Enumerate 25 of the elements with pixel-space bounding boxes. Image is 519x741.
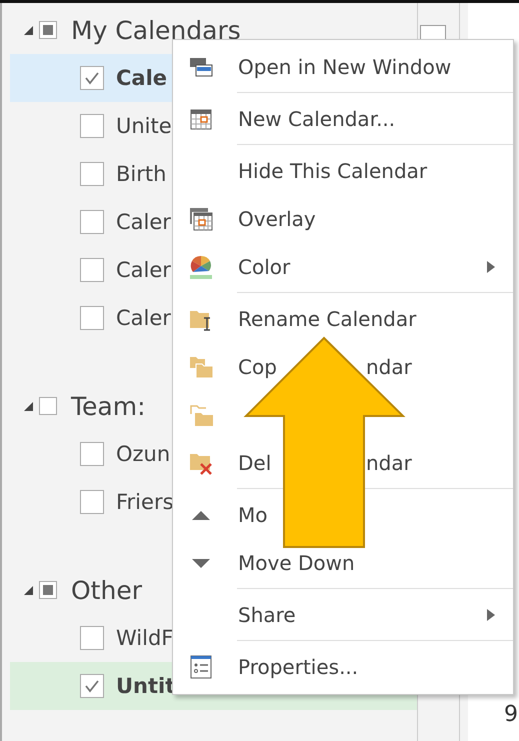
menu-label: Rename Calendar: [238, 307, 416, 331]
menu-label: Overlay: [238, 207, 316, 231]
day-number: 9: [504, 702, 518, 727]
menu-label: Del: [238, 451, 272, 475]
menu-label: Color: [238, 255, 290, 279]
calendar-name: WildF: [116, 626, 174, 650]
calendar-name: Unite: [116, 114, 172, 138]
calendar-name: Caler: [116, 306, 171, 330]
menu-label: Cop: [238, 355, 277, 379]
calendar-name: Birth: [116, 162, 166, 186]
menu-label: Hide This Calendar: [238, 159, 428, 183]
menu-label: Share: [238, 603, 296, 627]
calendar-name: Untit: [116, 674, 176, 698]
calendar-name: Friers: [116, 490, 174, 514]
menu-label: Open in New Window: [238, 55, 452, 79]
calendar-name: Ozun: [116, 442, 170, 466]
menu-label: Properties...: [238, 655, 358, 679]
menu-label: Mo: [238, 503, 268, 527]
calendar-name: Cale: [116, 66, 168, 90]
menu-label: New Calendar...: [238, 107, 396, 131]
calendar-name: Caler: [116, 210, 171, 234]
menu-label: Move Down: [238, 551, 355, 575]
menu-label: ndar: [366, 355, 412, 379]
menu-label: ndar: [366, 451, 412, 475]
calendar-name: Caler: [116, 258, 171, 282]
